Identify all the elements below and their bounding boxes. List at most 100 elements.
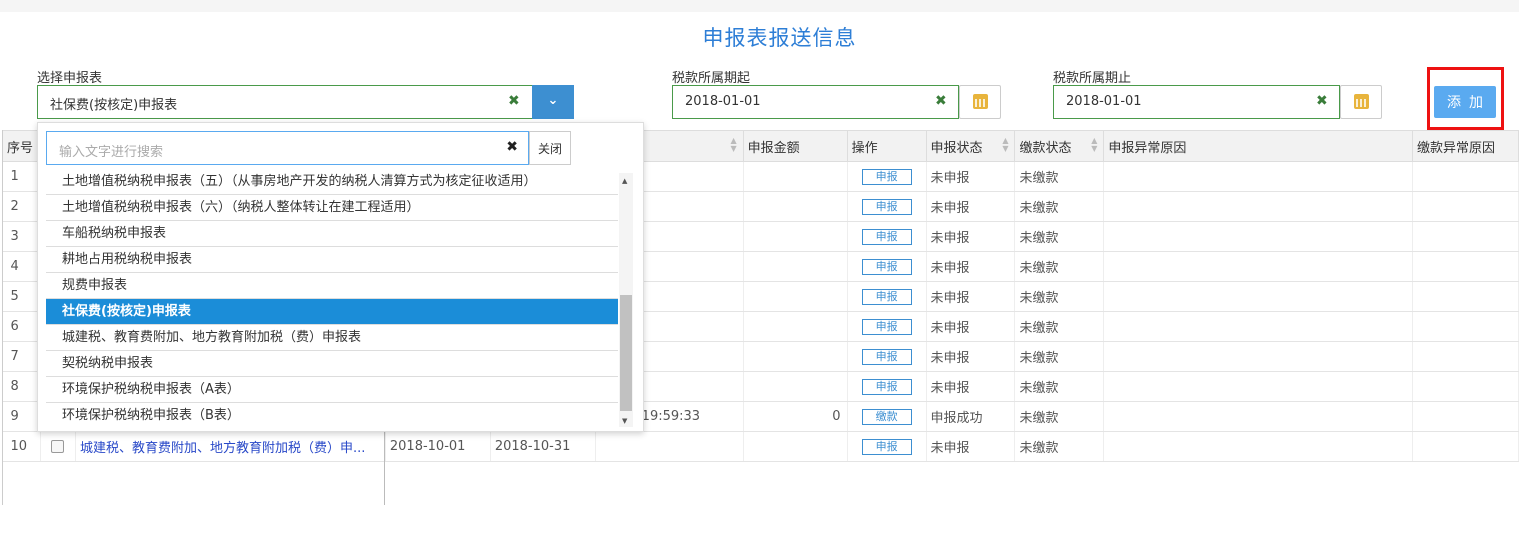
- sort-icon[interactable]: ▲ ▼: [1002, 137, 1008, 153]
- top-bar: [0, 0, 1519, 12]
- col-header-pay[interactable]: 缴款状态 ▲ ▼: [1014, 130, 1105, 162]
- payment-error-cell: [1412, 221, 1519, 252]
- operation-button[interactable]: 申报: [861, 198, 912, 215]
- payment-status-cell: 未缴款: [1014, 221, 1105, 252]
- operation-button[interactable]: 申报: [861, 348, 912, 365]
- operation-button[interactable]: 申报: [861, 258, 912, 275]
- payment-status-cell: 未缴款: [1014, 251, 1105, 282]
- table-row[interactable]: 10 城建税、教育费附加、地方教育附加税（费）申... 2018-10-01 2018…: [2, 431, 1519, 462]
- dropdown-option[interactable]: 契税纳税申报表: [46, 351, 618, 377]
- amount-cell: [743, 281, 848, 312]
- period-start-calendar-button[interactable]: [959, 85, 1001, 119]
- row-index: 8: [2, 371, 41, 402]
- report-error-cell: [1103, 251, 1413, 282]
- report-select[interactable]: 社保费(按核定)申报表 ✖ ⌄: [37, 85, 574, 119]
- row-index: 6: [2, 311, 41, 342]
- operation-button[interactable]: 缴款: [861, 408, 912, 425]
- row-index: 3: [2, 221, 41, 252]
- dropdown-toggle-button[interactable]: ⌄: [532, 85, 574, 119]
- scrollbar-thumb[interactable]: [620, 295, 632, 411]
- period-start-input[interactable]: 2018-01-01 ✖: [672, 85, 959, 119]
- highlight-box: [1427, 67, 1504, 130]
- dropdown-search-input[interactable]: 输入文字进行搜索 ✖: [46, 131, 529, 165]
- amount-cell: [743, 221, 848, 252]
- payment-error-cell: [1412, 161, 1519, 192]
- col-header: 操作: [846, 130, 927, 162]
- clear-icon[interactable]: ✖: [1316, 93, 1328, 109]
- scroll-down-icon[interactable]: ▼: [622, 417, 627, 425]
- row-checkbox[interactable]: [51, 440, 65, 453]
- operation-button[interactable]: 申报: [861, 318, 912, 335]
- submit-time-cell: [595, 431, 744, 462]
- col-header[interactable]: 申报异常原因: [1103, 130, 1413, 162]
- dropdown-option[interactable]: 车船税纳税申报表: [46, 221, 618, 247]
- payment-status-cell: 未缴款: [1014, 161, 1105, 192]
- dropdown-option[interactable]: 环境保护税纳税申报表（A表）: [46, 377, 618, 403]
- report-error-cell: [1103, 281, 1413, 312]
- payment-error-cell: [1412, 341, 1519, 372]
- report-status-cell: 未申报: [926, 311, 1016, 342]
- report-status-cell: 未申报: [926, 251, 1016, 282]
- report-status-cell: 申报成功: [926, 401, 1016, 432]
- sort-icon[interactable]: ▲ ▼: [1091, 137, 1097, 153]
- report-error-cell: [1103, 311, 1413, 342]
- report-name-link[interactable]: 城建税、教育费附加、地方教育附加税（费）申...: [75, 431, 386, 462]
- period-end-cell: 2018-10-31: [490, 431, 596, 462]
- report-status-cell: 未申报: [926, 431, 1016, 462]
- operation-button[interactable]: 申报: [861, 438, 912, 455]
- operation-button[interactable]: 申报: [861, 228, 912, 245]
- payment-error-cell: [1412, 311, 1519, 342]
- clear-icon[interactable]: ✖: [508, 93, 520, 109]
- row-index: 10: [2, 431, 41, 462]
- payment-error-cell: [1412, 251, 1519, 282]
- operation-cell: 申报: [847, 371, 927, 402]
- period-end-calendar-button[interactable]: [1340, 85, 1382, 119]
- amount-cell: [743, 251, 848, 282]
- col-header[interactable]: 缴款异常原因: [1411, 130, 1519, 162]
- dropdown-option[interactable]: 规费申报表: [46, 273, 618, 299]
- report-status-cell: 未申报: [926, 161, 1016, 192]
- operation-cell: 申报: [847, 281, 927, 312]
- period-end-input[interactable]: 2018-01-01 ✖: [1053, 85, 1340, 119]
- amount-cell: [743, 191, 848, 222]
- clear-icon[interactable]: ✖: [935, 93, 947, 109]
- operation-button[interactable]: 申报: [861, 168, 912, 185]
- operation-cell: 申报: [847, 311, 927, 342]
- report-error-cell: [1103, 221, 1413, 252]
- dropdown-option[interactable]: 耕地占用税纳税申报表: [46, 247, 618, 273]
- dropdown-option[interactable]: 土地增值税纳税申报表（五）（从事房地产开发的纳税人清算方式为核定征收适用）: [46, 169, 618, 195]
- operation-button[interactable]: 申报: [861, 378, 912, 395]
- payment-status-cell: 未缴款: [1014, 311, 1105, 342]
- row-checkbox-cell: [40, 431, 76, 462]
- dropdown-option[interactable]: 城建税、教育费附加、地方教育附加税（费）申报表: [46, 325, 618, 351]
- scrollbar[interactable]: ▲ ▼: [619, 173, 633, 427]
- dropdown-option-list: 土地增值税纳税申报表（五）（从事房地产开发的纳税人清算方式为核定征收适用） 土地增…: [46, 169, 618, 425]
- dropdown-option[interactable]: 土地增值税纳税申报表（六）（纳税人整体转让在建工程适用）: [46, 195, 618, 221]
- col-header-status[interactable]: 申报状态 ▲ ▼: [925, 130, 1016, 162]
- dropdown-option[interactable]: 环境保护税纳税申报表（B表）: [46, 403, 618, 425]
- sort-icon[interactable]: ▲ ▼: [731, 137, 737, 153]
- row-index: 2: [2, 191, 41, 222]
- payment-error-cell: [1412, 431, 1519, 462]
- payment-status-cell: 未缴款: [1014, 341, 1105, 372]
- clear-icon[interactable]: ✖: [506, 139, 518, 155]
- report-dropdown-panel: 输入文字进行搜索 ✖ 关闭 土地增值税纳税申报表（五）（从事房地产开发的纳税人清…: [37, 122, 644, 432]
- report-select-label: 选择申报表: [37, 71, 103, 86]
- dropdown-option[interactable]: 社保费(按核定)申报表: [46, 299, 618, 325]
- row-index: 9: [2, 401, 41, 432]
- operation-button[interactable]: 申报: [861, 288, 912, 305]
- report-error-cell: [1103, 161, 1413, 192]
- report-error-cell: [1103, 401, 1413, 432]
- payment-status-cell: 未缴款: [1014, 401, 1105, 432]
- operation-cell: 申报: [847, 341, 927, 372]
- col-header[interactable]: 序号: [2, 130, 41, 162]
- payment-error-cell: [1412, 191, 1519, 222]
- dropdown-close-button[interactable]: 关闭: [529, 131, 571, 165]
- period-start-cell: 2018-10-01: [385, 431, 491, 462]
- scroll-up-icon[interactable]: ▲: [622, 177, 627, 185]
- search-placeholder: 输入文字进行搜索: [59, 145, 164, 160]
- col-header[interactable]: 申报金额: [742, 130, 848, 162]
- operation-cell: 申报: [847, 431, 927, 462]
- payment-error-cell: [1412, 401, 1519, 432]
- report-error-cell: [1103, 431, 1413, 462]
